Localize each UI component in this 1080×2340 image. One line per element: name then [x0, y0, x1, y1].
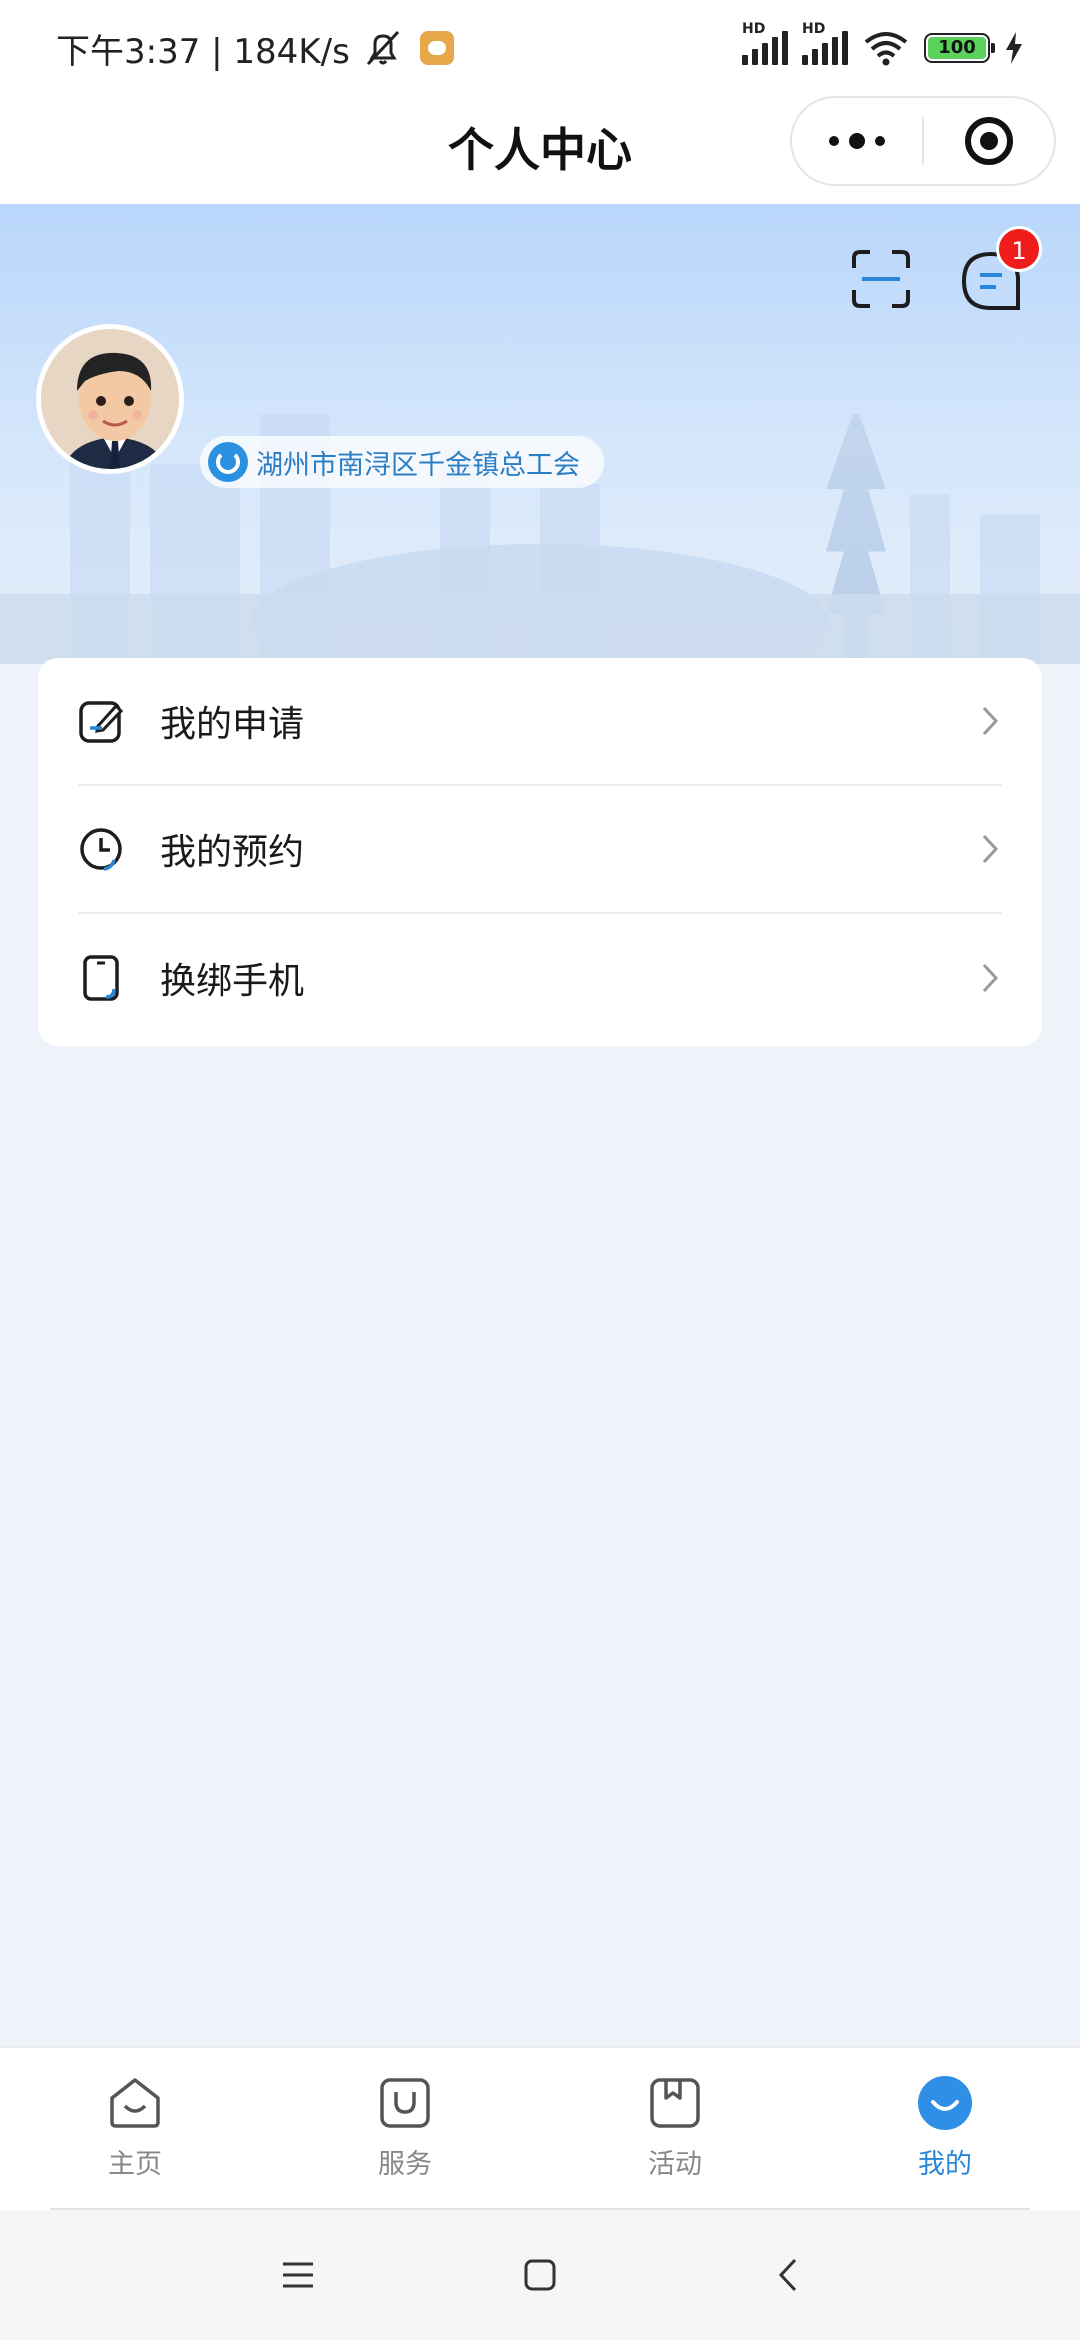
tab-activities[interactable]: 活动	[540, 2048, 810, 2210]
phone-icon	[83, 955, 119, 1001]
network-type-2: HD	[802, 21, 826, 37]
menu-item-label: 换绑手机	[160, 961, 305, 1002]
bookmark-icon	[650, 2078, 700, 2128]
tab-bar: 主页 服务 活动 我的	[0, 2046, 1080, 2210]
menu-item-label: 我的预约	[160, 832, 305, 873]
organization-name: 湖州市南浔区千金镇总工会	[256, 449, 580, 481]
status-left: 下午3:37 | 184K/s	[56, 24, 454, 73]
tab-label: 活动	[648, 2149, 702, 2180]
more-dot-icon	[875, 136, 885, 146]
home-icon	[110, 2078, 160, 2128]
status-right: HD HD 100	[742, 21, 1024, 66]
signal-icon: HD	[742, 21, 788, 65]
union-logo-icon	[208, 442, 248, 482]
menu-card: 我的申请 我的预约 换绑手机	[38, 658, 1042, 1046]
wifi-icon	[864, 32, 908, 66]
edit-icon	[79, 701, 124, 743]
menu-icon[interactable]	[281, 2260, 315, 2290]
scan-icon[interactable]	[850, 248, 912, 310]
tab-label: 主页	[108, 2149, 162, 2180]
avatar[interactable]	[36, 324, 184, 474]
bag-icon	[380, 2078, 430, 2128]
menu-item-label: 我的申请	[160, 704, 305, 745]
signal-icon-2: HD	[802, 21, 848, 65]
profile-header: 1 湖州市南浔区千金镇总工会	[0, 204, 1080, 664]
tab-label: 服务	[378, 2149, 432, 2180]
menu-item-my-appointments[interactable]: 我的预约	[78, 786, 1002, 914]
menu-item-change-phone[interactable]: 换绑手机	[78, 914, 1002, 1042]
target-icon	[964, 117, 1013, 165]
network-type-1: HD	[742, 21, 766, 37]
menu-item-my-applications[interactable]: 我的申请	[78, 658, 1002, 786]
tab-profile[interactable]: 我的	[810, 2048, 1080, 2210]
charging-icon	[1006, 32, 1022, 64]
close-mini-program-button[interactable]	[924, 98, 1054, 184]
clock-icon	[80, 828, 122, 871]
status-time-speed: 下午3:37 | 184K/s	[56, 31, 350, 72]
home-square-icon[interactable]	[523, 2258, 557, 2292]
mini-program-capsule	[790, 96, 1056, 186]
avatar-illustration-icon	[41, 329, 179, 469]
status-bar: 下午3:37 | 184K/s HD HD 100	[0, 0, 1080, 96]
battery-level: 100	[928, 37, 986, 59]
more-dot-icon	[829, 136, 839, 146]
tab-label: 我的	[918, 2149, 972, 2180]
chevron-right-icon	[982, 963, 999, 993]
nav-bar: 个人中心	[0, 96, 1080, 204]
profile-icon	[918, 2076, 972, 2130]
battery-icon: 100	[924, 33, 995, 63]
tab-home[interactable]: 主页	[0, 2048, 270, 2210]
notification-badge: 1	[996, 226, 1042, 272]
chevron-right-icon	[982, 706, 999, 736]
organization-tag: 湖州市南浔区千金镇总工会	[200, 436, 604, 488]
more-dot-icon	[849, 133, 865, 149]
tab-services[interactable]: 服务	[270, 2048, 540, 2210]
system-navigation-bar	[0, 2210, 1080, 2340]
more-button[interactable]	[792, 98, 922, 184]
message-app-icon	[419, 31, 454, 65]
chevron-right-icon	[982, 834, 999, 864]
mute-bell-icon	[366, 30, 399, 66]
back-icon[interactable]	[776, 2257, 800, 2293]
town-roofs	[0, 594, 1080, 664]
